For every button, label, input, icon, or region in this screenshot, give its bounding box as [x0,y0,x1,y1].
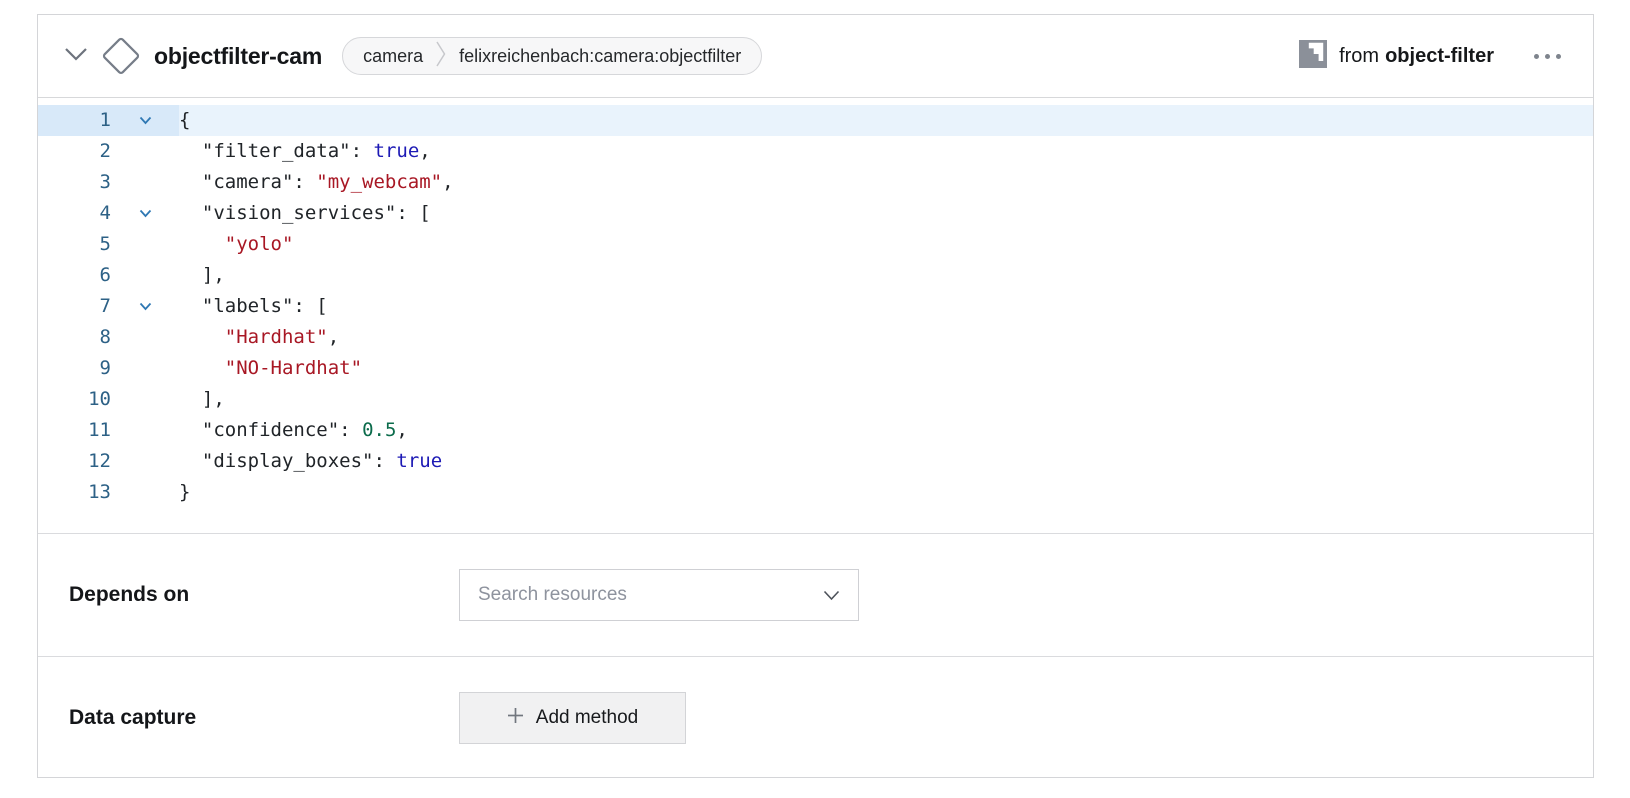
badge-separator-icon [436,40,446,73]
code-text: "filter_data": true, [179,136,1593,167]
fold-spacer [111,322,179,353]
code-line-1[interactable]: 1{ [38,105,1593,136]
dropdown-placeholder: Search resources [478,584,627,606]
line-number: 5 [38,229,111,260]
code-line-11[interactable]: 11 "confidence": 0.5, [38,415,1593,446]
editor-gutter: 13 [38,477,179,508]
module-icon [1299,40,1327,73]
line-number: 10 [38,384,111,415]
line-number: 8 [38,322,111,353]
header-right: from object-filter [1299,40,1563,73]
line-number: 3 [38,167,111,198]
editor-gutter: 4 [38,198,179,229]
depends-on-section: Depends on Search resources [38,533,1593,656]
badge-model-triplet: felixreichenbach:camera:objectfilter [459,46,741,67]
resource-name: objectfilter-cam [154,43,322,70]
code-text: "NO-Hardhat" [179,353,1593,384]
code-text: "camera": "my_webcam", [179,167,1593,198]
code-line-2[interactable]: 2 "filter_data": true, [38,136,1593,167]
fold-chevron-icon[interactable] [111,198,179,229]
line-number: 13 [38,477,111,508]
data-capture-section: Data capture Add method [38,656,1593,779]
data-capture-label: Data capture [69,706,459,730]
fold-spacer [111,415,179,446]
code-line-12[interactable]: 12 "display_boxes": true [38,446,1593,477]
from-word: from [1339,45,1379,67]
line-number: 6 [38,260,111,291]
line-number: 7 [38,291,111,322]
fold-chevron-icon[interactable] [111,291,179,322]
code-line-3[interactable]: 3 "camera": "my_webcam", [38,167,1593,198]
editor-gutter: 11 [38,415,179,446]
ellipsis-menu-button[interactable] [1532,48,1563,65]
editor-gutter: 6 [38,260,179,291]
code-text: "display_boxes": true [179,446,1593,477]
code-editor[interactable]: 1{2 "filter_data": true,3 "camera": "my_… [38,98,1593,533]
fold-chevron-icon[interactable] [111,105,179,136]
line-number: 2 [38,136,111,167]
resource-type-badge: camera felixreichenbach:camera:objectfil… [342,37,762,75]
code-text: } [179,477,1593,508]
editor-gutter: 7 [38,291,179,322]
code-text: "yolo" [179,229,1593,260]
editor-gutter: 3 [38,167,179,198]
code-line-8[interactable]: 8 "Hardhat", [38,322,1593,353]
fold-spacer [111,229,179,260]
code-text: ], [179,260,1593,291]
editor-gutter: 10 [38,384,179,415]
line-number: 1 [38,105,111,136]
fold-spacer [111,167,179,198]
plus-icon [507,707,524,730]
code-text: ], [179,384,1593,415]
fold-spacer [111,260,179,291]
editor-gutter: 2 [38,136,179,167]
code-text: { [179,105,1593,136]
chevron-down-icon [823,590,840,601]
add-method-button[interactable]: Add method [459,692,686,744]
component-diamond-icon [101,36,141,76]
line-number: 12 [38,446,111,477]
code-line-5[interactable]: 5 "yolo" [38,229,1593,260]
line-number: 4 [38,198,111,229]
module-name: object-filter [1385,45,1494,67]
fold-spacer [111,477,179,508]
fold-spacer [111,446,179,477]
resource-config-card: objectfilter-cam camera felixreichenbach… [37,14,1594,778]
add-method-label: Add method [536,707,638,729]
fold-spacer [111,353,179,384]
code-line-13[interactable]: 13} [38,477,1593,508]
editor-gutter: 9 [38,353,179,384]
code-text: "Hardhat", [179,322,1593,353]
code-text: "vision_services": [ [179,198,1593,229]
badge-category: camera [363,46,423,67]
depends-on-dropdown[interactable]: Search resources [459,569,859,621]
card-header: objectfilter-cam camera felixreichenbach… [38,15,1593,98]
line-number: 11 [38,415,111,446]
code-line-9[interactable]: 9 "NO-Hardhat" [38,353,1593,384]
line-number: 9 [38,353,111,384]
depends-on-label: Depends on [69,583,459,607]
code-text: "confidence": 0.5, [179,415,1593,446]
editor-gutter: 1 [38,105,179,136]
editor-gutter: 12 [38,446,179,477]
code-line-10[interactable]: 10 ], [38,384,1593,415]
fold-spacer [111,136,179,167]
editor-gutter: 5 [38,229,179,260]
code-text: "labels": [ [179,291,1593,322]
code-line-7[interactable]: 7 "labels": [ [38,291,1593,322]
chevron-down-icon [64,46,88,67]
editor-gutter: 8 [38,322,179,353]
collapse-button[interactable] [63,43,89,69]
fold-spacer [111,384,179,415]
from-module-label: from object-filter [1339,45,1494,68]
code-line-6[interactable]: 6 ], [38,260,1593,291]
code-line-4[interactable]: 4 "vision_services": [ [38,198,1593,229]
